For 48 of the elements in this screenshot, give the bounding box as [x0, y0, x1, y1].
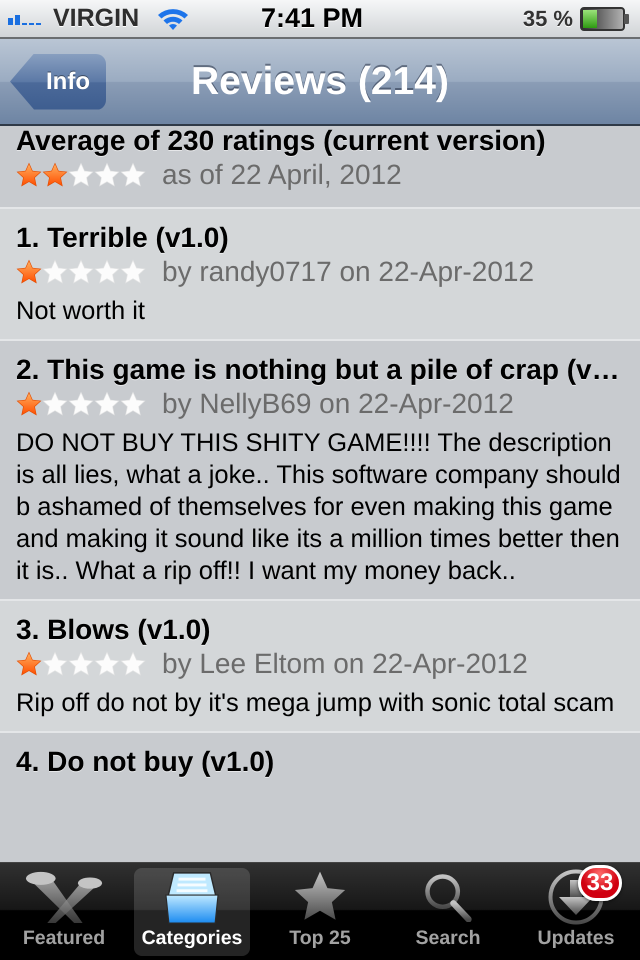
battery-icon [580, 6, 630, 30]
star-icon [94, 162, 120, 188]
ratings-summary-title: Average of 230 ratings (current version) [16, 126, 547, 156]
tab-item[interactable]: Search [390, 868, 506, 956]
review-title: 3. Blows (v1.0) [16, 615, 212, 645]
rating-date: as of 22 April, 2012 [162, 158, 402, 192]
review-title: 4. Do not buy (v1.0) [16, 747, 276, 777]
back-button[interactable]: Info [10, 54, 106, 110]
star-icon [42, 391, 68, 417]
tab-item[interactable]: Top 25 [262, 868, 378, 956]
review-text: Not worth it [16, 296, 146, 327]
star-icon [16, 259, 42, 285]
tab-item[interactable]: Categories [134, 868, 250, 956]
review-byline: by NellyB69 on 22-Apr-2012 [162, 387, 514, 421]
search-icon [423, 872, 473, 922]
page-title: Reviews (214) [191, 60, 449, 104]
star-icon [16, 391, 42, 417]
star-icon [120, 259, 146, 285]
star-icon [42, 651, 68, 677]
star-icon [68, 651, 94, 677]
star-icon [68, 162, 94, 188]
clock-time: 7:41 PM [260, 3, 364, 34]
review-title: 2. This game is nothing but a pile of crap (v… [16, 355, 621, 385]
star-icon [94, 651, 120, 677]
update-count-badge: 33 [578, 865, 622, 901]
review-byline: by randy0717 on 22-Apr-2012 [162, 255, 534, 289]
star-icon [120, 391, 146, 417]
wifi-icon [157, 6, 190, 30]
review-title: 1. Terrible (v1.0) [16, 223, 230, 253]
star-icon [68, 391, 94, 417]
star-icon [42, 162, 68, 188]
star-icon [94, 391, 120, 417]
tab-item[interactable]: Updates 33 [518, 868, 634, 956]
star-icon [120, 162, 146, 188]
tray-icon [165, 870, 219, 924]
tab-item[interactable]: Featured [6, 868, 122, 956]
battery-percentage: 35 % [522, 6, 573, 32]
star-icon [16, 162, 42, 188]
star-icon [94, 259, 120, 285]
review-text: Rip off do not by it's mega jump with sonic total scam [16, 688, 616, 719]
carrier-name: VIRGIN [53, 4, 140, 33]
star-icon [42, 259, 68, 285]
review-byline: by Lee Eltom on 22-Apr-2012 [162, 647, 528, 681]
review-text: DO NOT BUY THIS SHITY GAME!!!! The description is all lies, what a joke.. This software company should b ashamed of themselves for even making this game and making it sound like its a million times better then it is.. What a rip off!! I want my money back.. [16, 428, 622, 587]
star-icon [16, 651, 42, 677]
star-icon [120, 651, 146, 677]
star-icon [68, 259, 94, 285]
spotlights-icon [24, 871, 104, 923]
